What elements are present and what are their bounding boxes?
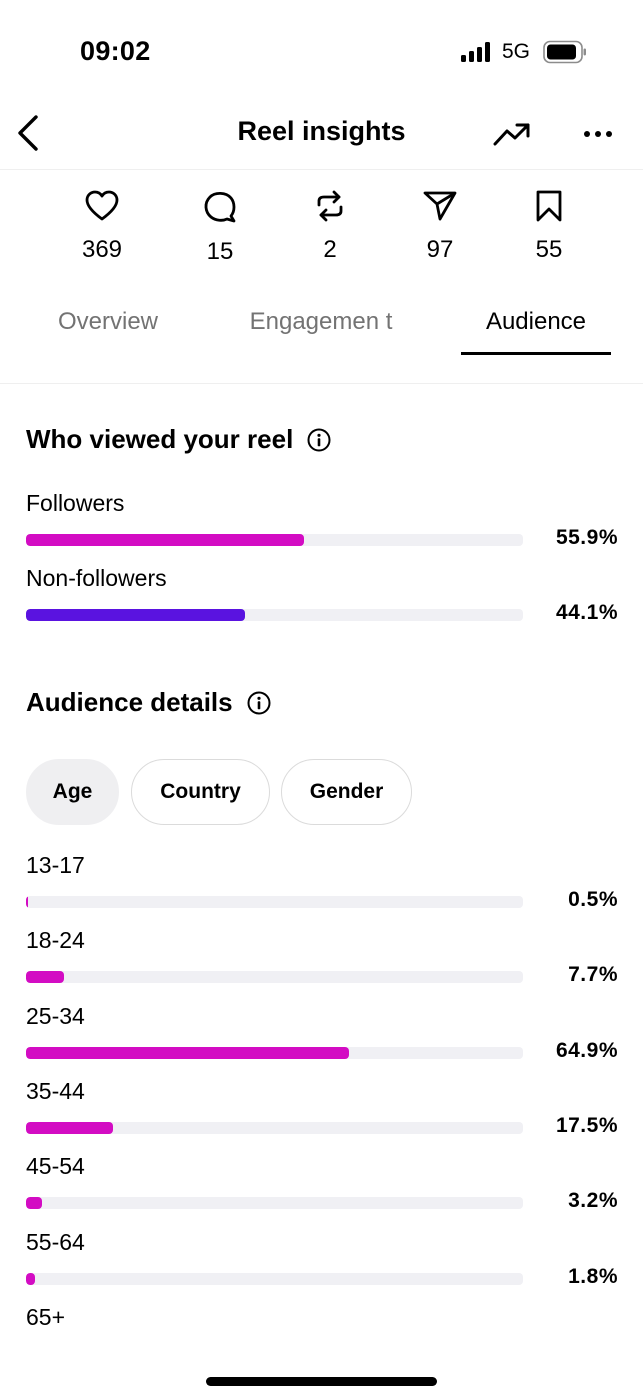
age-percentage: 1.8% bbox=[568, 1265, 618, 1288]
age-bar-fill bbox=[26, 1197, 42, 1209]
followers-bar-fill bbox=[26, 534, 304, 546]
age-bar-track bbox=[26, 896, 523, 908]
non-followers-label: Non-followers bbox=[26, 565, 167, 591]
age-percentage: 3.2% bbox=[568, 1189, 618, 1212]
age-bar-track bbox=[26, 971, 523, 983]
age-label: 13-17 bbox=[26, 852, 85, 878]
age-row-13-17: 13-17 0.5% bbox=[26, 852, 618, 922]
comments-count: 15 bbox=[206, 238, 234, 265]
followers-label: Followers bbox=[26, 490, 125, 516]
home-indicator[interactable] bbox=[206, 1377, 437, 1386]
tab-overview[interactable]: Overview bbox=[40, 306, 176, 338]
who-viewed-title: Who viewed your reel bbox=[26, 424, 294, 454]
status-time: 09:02 bbox=[80, 36, 151, 66]
more-horizontal-icon bbox=[584, 131, 612, 137]
chip-gender[interactable]: Gender bbox=[281, 759, 412, 825]
audience-details-section-title: Audience details bbox=[26, 687, 271, 718]
info-icon[interactable] bbox=[247, 691, 271, 715]
status-bar: 09:02 5G bbox=[0, 0, 643, 100]
age-bar-track bbox=[26, 1047, 523, 1059]
age-bar-track bbox=[26, 1197, 523, 1209]
battery-icon bbox=[543, 40, 586, 64]
age-label: 45-54 bbox=[26, 1153, 85, 1179]
chip-age[interactable]: Age bbox=[26, 759, 119, 825]
non-followers-percentage: 44.1% bbox=[555, 601, 618, 624]
age-label: 55-64 bbox=[26, 1229, 85, 1255]
non-followers-bar-fill bbox=[26, 609, 246, 621]
trending-up-icon bbox=[493, 123, 530, 146]
active-tab-indicator bbox=[461, 352, 611, 355]
chip-country[interactable]: Country bbox=[131, 759, 270, 825]
tab-engagement[interactable]: Engagemen t bbox=[245, 306, 397, 338]
age-row-18-24: 18-24 7.7% bbox=[26, 927, 618, 997]
cellular-signal-icon bbox=[461, 42, 491, 62]
age-row-25-34: 25-34 64.9% bbox=[26, 1003, 618, 1073]
tab-audience[interactable]: Audience bbox=[461, 306, 611, 338]
followers-bar-track bbox=[26, 534, 523, 546]
bookmark-icon bbox=[536, 190, 562, 222]
metrics-row: 369 15 2 97 55 bbox=[0, 190, 643, 270]
followers-percentage: 55.9% bbox=[555, 526, 618, 549]
info-icon[interactable] bbox=[307, 428, 331, 452]
saves-metric: 55 bbox=[504, 190, 594, 264]
age-percentage: 7.7% bbox=[568, 963, 618, 986]
followers-row: Followers 55.9% bbox=[26, 490, 618, 560]
network-type: 5G bbox=[502, 40, 531, 63]
comment-icon bbox=[204, 191, 236, 223]
likes-metric: 369 bbox=[57, 190, 147, 264]
who-viewed-section-title: Who viewed your reel bbox=[26, 424, 331, 455]
age-row-45-54: 45-54 3.2% bbox=[26, 1153, 618, 1223]
insights-tabs: Overview Engagemen t Audience bbox=[0, 300, 643, 384]
share-icon bbox=[423, 191, 457, 221]
repost-icon bbox=[317, 190, 343, 222]
saves-count: 55 bbox=[535, 236, 563, 263]
age-label: 25-34 bbox=[26, 1003, 85, 1029]
age-percentage: 0.5% bbox=[568, 888, 618, 911]
shares-metric: 97 bbox=[395, 190, 485, 264]
age-bar-fill bbox=[26, 971, 65, 983]
reposts-metric: 2 bbox=[285, 190, 375, 264]
reposts-count: 2 bbox=[323, 236, 337, 263]
age-label: 65+ bbox=[26, 1304, 66, 1330]
comments-metric: 15 bbox=[175, 190, 265, 266]
trends-button[interactable] bbox=[490, 114, 534, 154]
more-options-button[interactable] bbox=[578, 114, 618, 154]
age-bar-fill bbox=[26, 1122, 113, 1134]
audience-details-title: Audience details bbox=[26, 687, 233, 717]
age-bar-track bbox=[26, 1122, 523, 1134]
heart-icon bbox=[85, 190, 119, 221]
age-percentage: 64.9% bbox=[555, 1039, 618, 1062]
age-bar-track bbox=[26, 1273, 523, 1285]
age-row-35-44: 35-44 17.5% bbox=[26, 1078, 618, 1148]
page-title: Reel insights bbox=[237, 116, 406, 146]
age-bar-fill bbox=[26, 896, 29, 908]
non-followers-row: Non-followers 44.1% bbox=[26, 565, 618, 635]
age-row-55-64: 55-64 1.8% bbox=[26, 1229, 618, 1299]
shares-count: 97 bbox=[426, 236, 454, 263]
non-followers-bar-track bbox=[26, 609, 523, 621]
likes-count: 369 bbox=[81, 236, 123, 263]
age-bar-fill bbox=[26, 1273, 35, 1285]
age-bar-fill bbox=[26, 1047, 349, 1059]
navigation-header: Reel insights bbox=[0, 100, 643, 170]
age-label: 18-24 bbox=[26, 927, 85, 953]
age-label: 35-44 bbox=[26, 1078, 85, 1104]
age-row-65-plus: 65+ bbox=[26, 1304, 618, 1344]
age-percentage: 17.5% bbox=[555, 1114, 618, 1137]
